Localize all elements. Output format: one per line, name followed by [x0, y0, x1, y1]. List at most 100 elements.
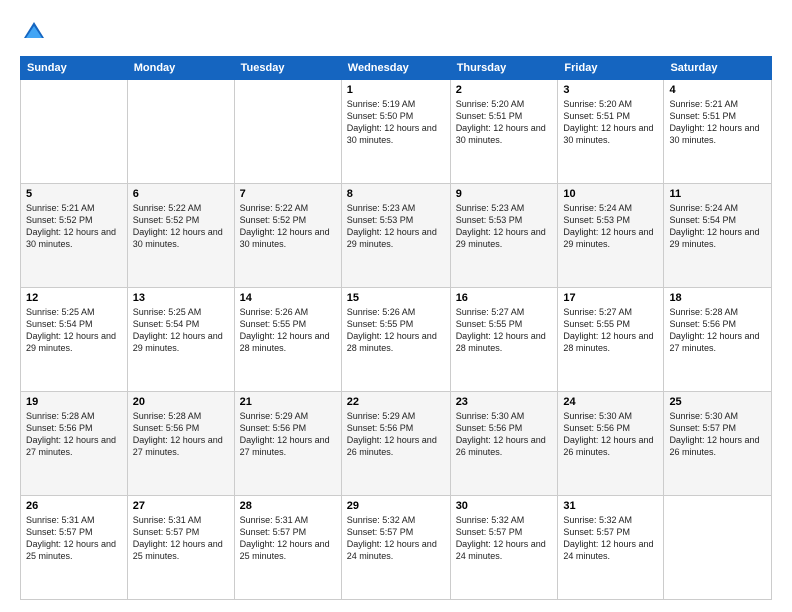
- day-number: 17: [563, 292, 658, 304]
- day-number: 30: [456, 500, 553, 512]
- week-row-3: 12 Sunrise: 5:25 AMSunset: 5:54 PMDayligh…: [21, 288, 772, 392]
- weekday-header-wednesday: Wednesday: [341, 57, 450, 80]
- logo-icon: [20, 18, 48, 46]
- day-cell: 10 Sunrise: 5:24 AMSunset: 5:53 PMDayligh…: [558, 184, 664, 288]
- day-number: 18: [669, 292, 766, 304]
- day-info: Sunrise: 5:23 AMSunset: 5:53 PMDaylight:…: [347, 202, 445, 251]
- day-cell: [21, 80, 128, 184]
- day-info: Sunrise: 5:26 AMSunset: 5:55 PMDaylight:…: [240, 306, 336, 355]
- day-info: Sunrise: 5:31 AMSunset: 5:57 PMDaylight:…: [133, 514, 229, 563]
- weekday-header-tuesday: Tuesday: [234, 57, 341, 80]
- day-info: Sunrise: 5:29 AMSunset: 5:56 PMDaylight:…: [240, 410, 336, 459]
- day-info: Sunrise: 5:32 AMSunset: 5:57 PMDaylight:…: [563, 514, 658, 563]
- day-info: Sunrise: 5:21 AMSunset: 5:52 PMDaylight:…: [26, 202, 122, 251]
- day-number: 25: [669, 396, 766, 408]
- day-info: Sunrise: 5:31 AMSunset: 5:57 PMDaylight:…: [240, 514, 336, 563]
- day-number: 21: [240, 396, 336, 408]
- day-cell: 12 Sunrise: 5:25 AMSunset: 5:54 PMDayligh…: [21, 288, 128, 392]
- day-info: Sunrise: 5:27 AMSunset: 5:55 PMDaylight:…: [563, 306, 658, 355]
- weekday-header-sunday: Sunday: [21, 57, 128, 80]
- day-cell: [664, 496, 772, 600]
- header: [20, 18, 772, 46]
- day-number: 24: [563, 396, 658, 408]
- day-info: Sunrise: 5:24 AMSunset: 5:53 PMDaylight:…: [563, 202, 658, 251]
- day-number: 5: [26, 188, 122, 200]
- day-cell: 20 Sunrise: 5:28 AMSunset: 5:56 PMDayligh…: [127, 392, 234, 496]
- day-cell: 4Sunrise: 5:21 AMSunset: 5:51 PMDaylight…: [664, 80, 772, 184]
- weekday-header-saturday: Saturday: [664, 57, 772, 80]
- day-cell: 15 Sunrise: 5:26 AMSunset: 5:55 PMDayligh…: [341, 288, 450, 392]
- day-cell: 17 Sunrise: 5:27 AMSunset: 5:55 PMDayligh…: [558, 288, 664, 392]
- day-number: 12: [26, 292, 122, 304]
- day-info: Sunrise: 5:23 AMSunset: 5:53 PMDaylight:…: [456, 202, 553, 251]
- day-cell: 22 Sunrise: 5:29 AMSunset: 5:56 PMDayligh…: [341, 392, 450, 496]
- logo: [20, 18, 52, 46]
- day-info: Sunrise: 5:32 AMSunset: 5:57 PMDaylight:…: [347, 514, 445, 563]
- day-number: 9: [456, 188, 553, 200]
- day-info: Sunrise: 5:30 AMSunset: 5:57 PMDaylight:…: [669, 410, 766, 459]
- weekday-header-friday: Friday: [558, 57, 664, 80]
- weekday-header-thursday: Thursday: [450, 57, 558, 80]
- week-row-2: 5 Sunrise: 5:21 AMSunset: 5:52 PMDaylight…: [21, 184, 772, 288]
- day-info: Sunrise: 5:28 AMSunset: 5:56 PMDaylight:…: [133, 410, 229, 459]
- day-info: Sunrise: 5:24 AMSunset: 5:54 PMDaylight:…: [669, 202, 766, 251]
- day-number: 28: [240, 500, 336, 512]
- day-cell: 19 Sunrise: 5:28 AMSunset: 5:56 PMDayligh…: [21, 392, 128, 496]
- day-number: 7: [240, 188, 336, 200]
- day-info: Sunrise: 5:22 AMSunset: 5:52 PMDaylight:…: [240, 202, 336, 251]
- weekday-header-row: SundayMondayTuesdayWednesdayThursdayFrid…: [21, 57, 772, 80]
- day-number: 13: [133, 292, 229, 304]
- day-info: Sunrise: 5:19 AMSunset: 5:50 PMDaylight:…: [347, 98, 445, 147]
- day-info: Sunrise: 5:31 AMSunset: 5:57 PMDaylight:…: [26, 514, 122, 563]
- day-info: Sunrise: 5:20 AMSunset: 5:51 PMDaylight:…: [563, 98, 658, 147]
- day-cell: 28 Sunrise: 5:31 AMSunset: 5:57 PMDayligh…: [234, 496, 341, 600]
- day-number: 14: [240, 292, 336, 304]
- page: SundayMondayTuesdayWednesdayThursdayFrid…: [0, 0, 792, 612]
- day-info: Sunrise: 5:27 AMSunset: 5:55 PMDaylight:…: [456, 306, 553, 355]
- day-cell: 25 Sunrise: 5:30 AMSunset: 5:57 PMDayligh…: [664, 392, 772, 496]
- day-info: Sunrise: 5:30 AMSunset: 5:56 PMDaylight:…: [456, 410, 553, 459]
- day-cell: 23 Sunrise: 5:30 AMSunset: 5:56 PMDayligh…: [450, 392, 558, 496]
- day-info: Sunrise: 5:26 AMSunset: 5:55 PMDaylight:…: [347, 306, 445, 355]
- week-row-1: 1Sunrise: 5:19 AMSunset: 5:50 PMDaylight…: [21, 80, 772, 184]
- day-number: 2: [456, 84, 553, 96]
- day-cell: 14 Sunrise: 5:26 AMSunset: 5:55 PMDayligh…: [234, 288, 341, 392]
- day-cell: 16 Sunrise: 5:27 AMSunset: 5:55 PMDayligh…: [450, 288, 558, 392]
- day-cell: [127, 80, 234, 184]
- day-cell: 9 Sunrise: 5:23 AMSunset: 5:53 PMDaylight…: [450, 184, 558, 288]
- day-number: 22: [347, 396, 445, 408]
- day-cell: 21 Sunrise: 5:29 AMSunset: 5:56 PMDayligh…: [234, 392, 341, 496]
- day-number: 26: [26, 500, 122, 512]
- day-number: 8: [347, 188, 445, 200]
- day-number: 15: [347, 292, 445, 304]
- day-number: 23: [456, 396, 553, 408]
- day-number: 3: [563, 84, 658, 96]
- day-cell: 7 Sunrise: 5:22 AMSunset: 5:52 PMDaylight…: [234, 184, 341, 288]
- day-number: 10: [563, 188, 658, 200]
- day-number: 29: [347, 500, 445, 512]
- day-cell: 8 Sunrise: 5:23 AMSunset: 5:53 PMDaylight…: [341, 184, 450, 288]
- day-info: Sunrise: 5:28 AMSunset: 5:56 PMDaylight:…: [669, 306, 766, 355]
- day-info: Sunrise: 5:25 AMSunset: 5:54 PMDaylight:…: [26, 306, 122, 355]
- day-cell: 30Sunrise: 5:32 AMSunset: 5:57 PMDayligh…: [450, 496, 558, 600]
- day-cell: 11 Sunrise: 5:24 AMSunset: 5:54 PMDayligh…: [664, 184, 772, 288]
- day-info: Sunrise: 5:21 AMSunset: 5:51 PMDaylight:…: [669, 98, 766, 147]
- day-info: Sunrise: 5:29 AMSunset: 5:56 PMDaylight:…: [347, 410, 445, 459]
- week-row-4: 19 Sunrise: 5:28 AMSunset: 5:56 PMDayligh…: [21, 392, 772, 496]
- day-number: 27: [133, 500, 229, 512]
- day-number: 11: [669, 188, 766, 200]
- day-cell: 26 Sunrise: 5:31 AMSunset: 5:57 PMDayligh…: [21, 496, 128, 600]
- day-cell: 6Sunrise: 5:22 AMSunset: 5:52 PMDaylight…: [127, 184, 234, 288]
- day-number: 19: [26, 396, 122, 408]
- day-cell: 3 Sunrise: 5:20 AMSunset: 5:51 PMDaylight…: [558, 80, 664, 184]
- day-cell: 27 Sunrise: 5:31 AMSunset: 5:57 PMDayligh…: [127, 496, 234, 600]
- day-number: 16: [456, 292, 553, 304]
- day-cell: 13Sunrise: 5:25 AMSunset: 5:54 PMDayligh…: [127, 288, 234, 392]
- day-info: Sunrise: 5:28 AMSunset: 5:56 PMDaylight:…: [26, 410, 122, 459]
- day-number: 20: [133, 396, 229, 408]
- day-info: Sunrise: 5:22 AMSunset: 5:52 PMDaylight:…: [133, 202, 229, 251]
- day-cell: 31 Sunrise: 5:32 AMSunset: 5:57 PMDayligh…: [558, 496, 664, 600]
- day-number: 31: [563, 500, 658, 512]
- calendar-table: SundayMondayTuesdayWednesdayThursdayFrid…: [20, 56, 772, 600]
- day-info: Sunrise: 5:20 AMSunset: 5:51 PMDaylight:…: [456, 98, 553, 147]
